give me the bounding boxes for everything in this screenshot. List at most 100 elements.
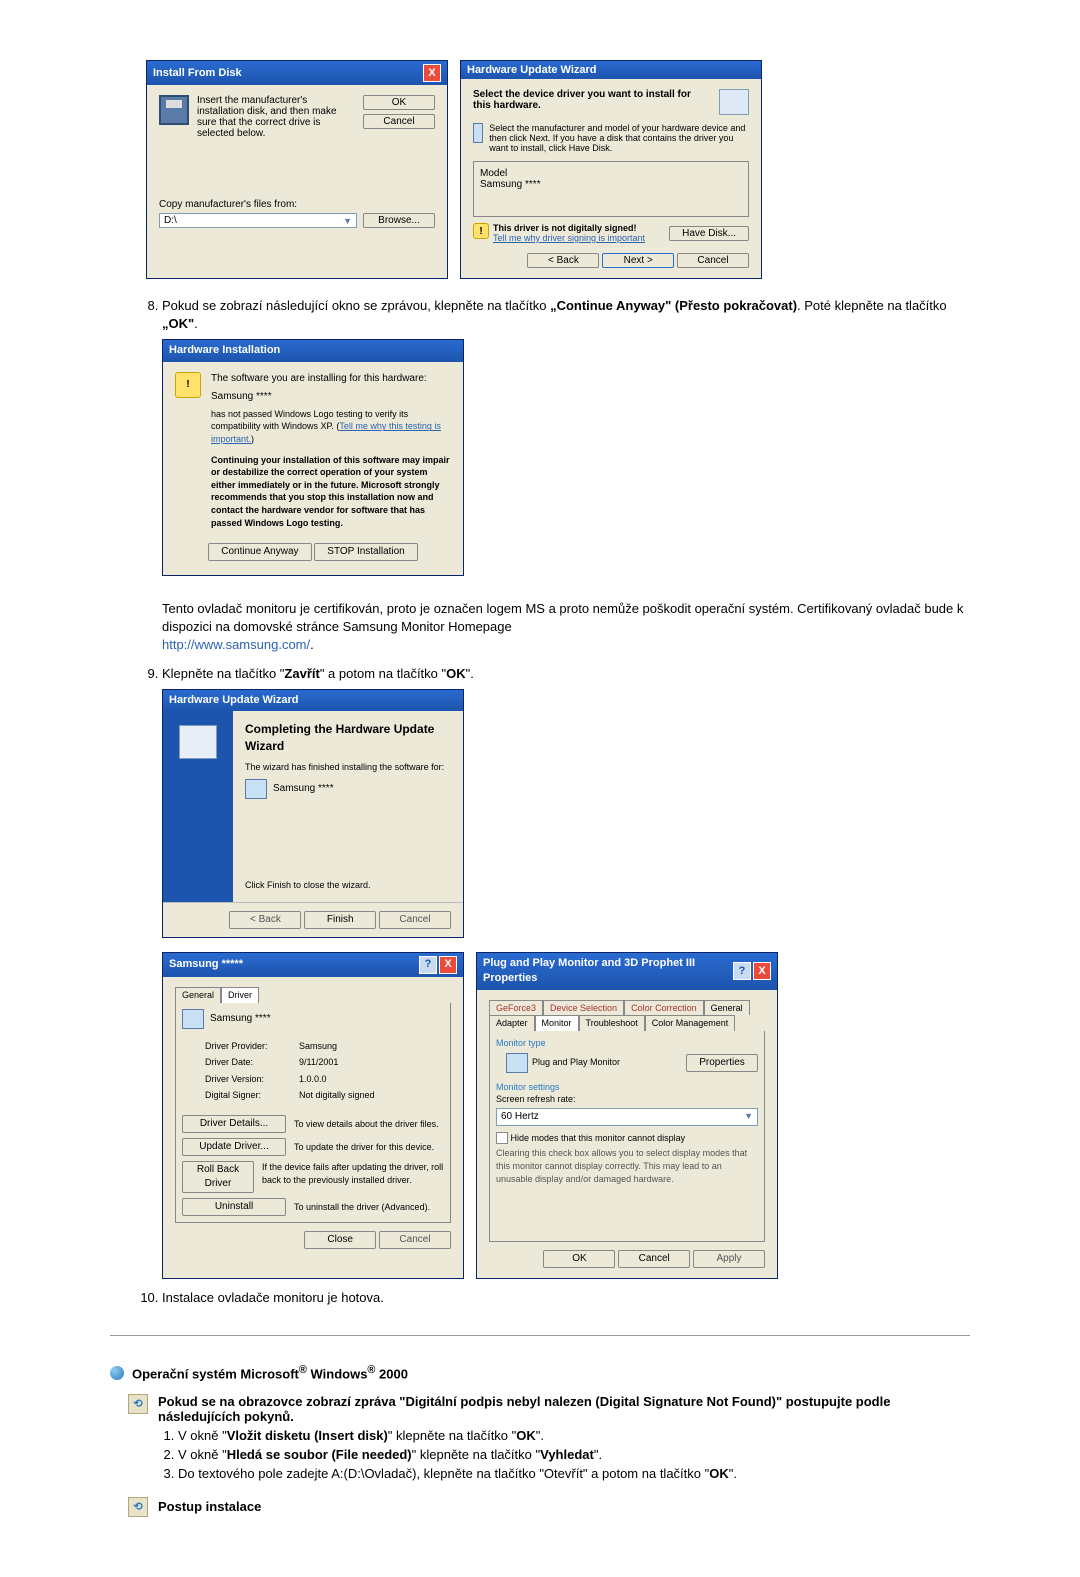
huw-done-device: Samsung **** <box>273 782 334 796</box>
postup-label: Postup instalace <box>158 1499 261 1514</box>
refresh-rate-label: Screen refresh rate: <box>496 1093 758 1106</box>
back-button: < Back <box>229 911 301 929</box>
tab-general[interactable]: General <box>704 1000 750 1016</box>
dialog-titlebar: Samsung ***** ? X <box>163 953 463 977</box>
tab-adapter[interactable]: Adapter <box>489 1015 535 1031</box>
apply-button: Apply <box>693 1250 765 1268</box>
monitor-type-label: Monitor type <box>496 1037 758 1050</box>
driver-details-button[interactable]: Driver Details... <box>182 1115 286 1133</box>
tab-bar: General Driver <box>175 987 451 1003</box>
next-button[interactable]: Next > <box>602 253 674 268</box>
cert-paragraph: Tento ovladač monitoru je certifikován, … <box>162 600 970 636</box>
path-dropdown[interactable]: D:\ ▼ <box>159 213 357 228</box>
stop-installation-button[interactable]: STOP Installation <box>314 543 417 561</box>
copy-from-label: Copy manufacturer's files from: <box>159 199 435 210</box>
monitor-panel: Monitor type Plug and Play Monitor Prope… <box>489 1031 765 1242</box>
tab-color-correction[interactable]: Color Correction <box>624 1000 704 1016</box>
tab-geforce3[interactable]: GeForce3 <box>489 1000 543 1016</box>
section-divider <box>110 1335 970 1336</box>
dialog-title: Hardware Update Wizard <box>467 64 597 76</box>
win2000-intro-row: ⟲ Pokud se na obrazovce zobrazí zpráva "… <box>128 1394 970 1485</box>
back-button[interactable]: < Back <box>527 253 599 268</box>
hwinst-warning-para: Continuing your installation of this sof… <box>211 454 451 530</box>
help-icon[interactable]: ? <box>733 962 751 980</box>
dialog-titlebar: Hardware Installation <box>163 340 463 361</box>
hwinst-device: Samsung **** <box>211 390 451 404</box>
dialog-body: GeForce3 Device Selection Color Correcti… <box>477 990 777 1278</box>
monitor-name: Plug and Play Monitor <box>532 1056 620 1069</box>
refresh-rate-value: 60 Hertz <box>501 1110 539 1124</box>
driver-device: Samsung **** <box>210 1012 271 1026</box>
tab-color-mgmt[interactable]: Color Management <box>645 1015 736 1031</box>
dialog-title: Install From Disk <box>153 67 242 79</box>
tab-general[interactable]: General <box>175 987 221 1003</box>
refresh-rate-dropdown[interactable]: 60 Hertz ▼ <box>496 1108 758 1126</box>
info-icon: ⟲ <box>128 1497 148 1517</box>
monitor-icon <box>245 779 267 799</box>
tab-driver[interactable]: Driver <box>221 987 259 1003</box>
tab-device-selection[interactable]: Device Selection <box>543 1000 624 1016</box>
huw-done-sub: The wizard has finished installing the s… <box>245 761 451 774</box>
model-label: Model <box>480 168 742 179</box>
cancel-button[interactable]: Cancel <box>677 253 749 268</box>
dialog-titlebar: Plug and Play Monitor and 3D Prophet III… <box>477 953 777 990</box>
huw-done-heading: Completing the Hardware Update Wizard <box>245 721 451 755</box>
cancel-button: Cancel <box>379 911 451 929</box>
wizard-icon <box>179 725 217 759</box>
cancel-button[interactable]: Cancel <box>618 1250 690 1268</box>
continue-anyway-button[interactable]: Continue Anyway <box>208 543 311 561</box>
close-button[interactable]: Close <box>304 1231 376 1249</box>
close-icon[interactable]: X <box>439 956 457 974</box>
hwinst-logo-text: has not passed Windows Logo testing to v… <box>211 408 451 446</box>
win2000-heading: Operační systém Microsoft® Windows® 2000 <box>110 1364 970 1381</box>
driver-info-table: Driver Provider:Samsung Driver Date:9/11… <box>202 1037 378 1105</box>
path-value: D:\ <box>164 215 177 226</box>
huw-heading: Select the device driver you want to ins… <box>473 89 719 111</box>
hide-modes-checkbox[interactable] <box>496 1132 508 1144</box>
hwinst-line1: The software you are installing for this… <box>211 372 451 386</box>
step-8: Pokud se zobrazí následující okno se zpr… <box>162 297 970 655</box>
close-icon[interactable]: X <box>753 962 771 980</box>
info-icon: ⟲ <box>128 1394 148 1414</box>
dialog-title: Hardware Installation <box>169 343 280 358</box>
doc-page: Install From Disk X Insert the manufactu… <box>0 0 1080 1577</box>
driver-properties-dialog: Samsung ***** ? X General Driver <box>162 952 464 1279</box>
update-driver-button[interactable]: Update Driver... <box>182 1138 286 1156</box>
properties-button[interactable]: Properties <box>686 1054 758 1072</box>
monitor-icon <box>473 123 483 143</box>
win2000-intro: Pokud se na obrazovce zobrazí zpráva "Di… <box>158 1394 970 1424</box>
have-disk-button[interactable]: Have Disk... <box>669 226 749 241</box>
hide-modes-note: Clearing this check box allows you to se… <box>496 1147 758 1185</box>
ok-button[interactable]: OK <box>363 95 435 110</box>
huw-select-driver-dialog: Hardware Update Wizard Select the device… <box>460 60 762 279</box>
huw-instruction: Select the manufacturer and model of you… <box>489 123 749 153</box>
win2000-s1: V okně "Vložit disketu (Insert disk)" kl… <box>178 1428 970 1443</box>
cancel-button[interactable]: Cancel <box>363 114 435 129</box>
model-panel: Model Samsung **** <box>473 161 749 217</box>
cancel-button: Cancel <box>379 1231 451 1249</box>
bullet-icon <box>110 1366 124 1380</box>
why-signing-link[interactable]: Tell me why driver signing is important <box>493 233 645 243</box>
floppy-icon <box>159 95 189 125</box>
samsung-link[interactable]: http://www.samsung.com/ <box>162 637 310 652</box>
pnp-monitor-dialog: Plug and Play Monitor and 3D Prophet III… <box>476 952 778 1279</box>
dialog-body: General Driver Samsung **** Driver Provi… <box>163 977 463 1259</box>
dialog-titlebar: Hardware Update Wizard <box>461 61 761 79</box>
hardware-installation-dialog: Hardware Installation ! The software you… <box>162 339 464 576</box>
ok-button[interactable]: OK <box>543 1250 615 1268</box>
dialog-pair-top: Install From Disk X Insert the manufactu… <box>146 60 970 279</box>
rollback-driver-button[interactable]: Roll Back Driver <box>182 1161 254 1193</box>
finish-button[interactable]: Finish <box>304 911 376 929</box>
tab-monitor[interactable]: Monitor <box>535 1015 579 1031</box>
help-icon[interactable]: ? <box>419 956 437 974</box>
uninstall-button[interactable]: Uninstall <box>182 1198 286 1216</box>
win2000-substeps: V okně "Vložit disketu (Insert disk)" kl… <box>158 1428 970 1481</box>
dialog-body: Select the device driver you want to ins… <box>461 79 761 278</box>
tab-troubleshoot[interactable]: Troubleshoot <box>579 1015 645 1031</box>
dialog-pair-bottom: Samsung ***** ? X General Driver <box>162 952 970 1279</box>
browse-button[interactable]: Browse... <box>363 213 435 228</box>
close-icon[interactable]: X <box>423 64 441 82</box>
not-signed-text: This driver is not digitally signed! <box>493 223 645 233</box>
chevron-down-icon: ▼ <box>744 1110 753 1123</box>
tab-bar: GeForce3 Device Selection Color Correcti… <box>489 1000 765 1031</box>
